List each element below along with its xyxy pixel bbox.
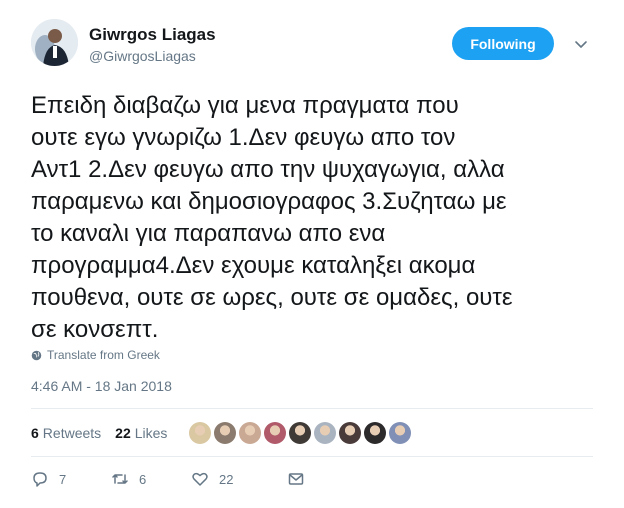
heart-icon <box>192 472 208 486</box>
reply-button[interactable]: 7 <box>31 470 111 488</box>
direct-message-button[interactable] <box>287 470 305 488</box>
liker-avatar[interactable] <box>364 422 387 444</box>
author-handle[interactable]: @GiwrgosLiagas <box>89 48 196 64</box>
author-avatar[interactable] <box>31 19 78 66</box>
action-bar: 7 6 22 <box>31 470 305 488</box>
envelope-icon <box>288 473 304 485</box>
translate-link[interactable]: Translate from Greek <box>31 348 160 362</box>
liker-avatar[interactable] <box>189 422 212 444</box>
reply-icon <box>33 472 47 487</box>
like-button[interactable]: 22 <box>191 470 287 488</box>
following-button[interactable]: Following <box>452 27 554 60</box>
chevron-down-icon[interactable] <box>573 36 589 52</box>
globe-icon <box>31 350 42 360</box>
divider <box>31 456 593 457</box>
retweet-icon <box>112 474 128 484</box>
liker-avatar[interactable] <box>389 422 412 444</box>
tweet-timestamp[interactable]: 4:46 AM - 18 Jan 2018 <box>31 378 172 394</box>
stats-row: 6 Retweets 22 Likes <box>31 420 414 446</box>
retweets-label: Retweets <box>42 425 102 441</box>
liker-avatar[interactable] <box>314 422 337 444</box>
liker-avatar[interactable] <box>239 422 262 444</box>
retweets-count: 6 <box>31 425 39 441</box>
liker-avatar[interactable] <box>339 422 362 444</box>
retweets-stat[interactable]: 6 Retweets <box>31 425 101 441</box>
divider <box>31 408 593 409</box>
likes-stat[interactable]: 22 Likes <box>115 425 167 441</box>
liker-avatar[interactable] <box>289 422 312 444</box>
author-name[interactable]: Giwrgos Liagas <box>89 25 216 45</box>
like-count: 22 <box>219 471 234 487</box>
tweet-text: Επειδη διαβαζω για μενα πραγματα που ουτ… <box>31 92 513 343</box>
liker-avatars <box>189 422 414 444</box>
likes-label: Likes <box>134 425 168 441</box>
retweet-count: 6 <box>139 471 147 487</box>
liker-avatar[interactable] <box>264 422 287 444</box>
liker-avatar[interactable] <box>214 422 237 444</box>
reply-count: 7 <box>59 471 67 487</box>
likes-count: 22 <box>115 425 131 441</box>
retweet-button[interactable]: 6 <box>111 470 191 488</box>
translate-label: Translate from Greek <box>47 348 160 362</box>
